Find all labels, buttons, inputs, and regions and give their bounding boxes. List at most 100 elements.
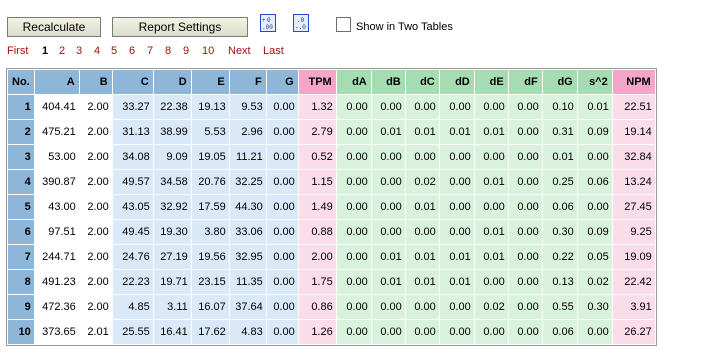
table-cell: 0.01: [474, 170, 508, 194]
table-cell: 0.00: [405, 145, 439, 169]
table-cell: 25.55: [112, 320, 153, 344]
table-cell: 2.96: [229, 120, 266, 144]
pager-next-link[interactable]: Next: [228, 45, 251, 57]
table-row: 6 97.51 2.00 49.45 19.30 3.80 33.06 0.00 0.88 0.0…: [8, 220, 655, 244]
column-header-dd[interactable]: dD: [439, 70, 474, 94]
table-cell: 2.79: [298, 120, 336, 144]
table-row: 8 491.23 2.00 22.23 19.71 23.15 11.35 0.00 1.75 0…: [8, 270, 655, 294]
table-cell: 16.41: [153, 320, 191, 344]
table-cell: 0.13: [542, 270, 577, 294]
table-cell: 0.00: [336, 95, 371, 119]
results-table: No. A B C D E F G TPM dA dB dC dD dE dF dG s^2 NPM 1 404.4…: [6, 68, 657, 346]
table-cell: 0.00: [439, 220, 474, 244]
table-cell: 0.00: [266, 270, 298, 294]
column-header-g[interactable]: G: [266, 70, 298, 94]
pager-page-7[interactable]: 7: [147, 45, 153, 57]
table-cell: 0.00: [336, 195, 371, 219]
table-cell: 0.00: [405, 295, 439, 319]
table-cell: 0.00: [508, 220, 542, 244]
table-cell: 38.99: [153, 120, 191, 144]
pager-page-4[interactable]: 4: [94, 45, 100, 57]
table-cell: 1.49: [298, 195, 336, 219]
svg-text:-.0: -.0: [295, 24, 306, 31]
table-cell: 0.86: [298, 295, 336, 319]
table-cell: 16.07: [191, 295, 229, 319]
table-cell: 2.01: [79, 320, 112, 344]
two-tables-checkbox[interactable]: [336, 17, 351, 32]
table-cell: 34.08: [112, 145, 153, 169]
table-cell: 0.00: [508, 120, 542, 144]
table-cell: 49.45: [112, 220, 153, 244]
table-cell: 0.09: [577, 120, 612, 144]
pager-page-1[interactable]: 1: [42, 45, 48, 57]
table-row: 7 244.71 2.00 24.76 27.19 19.56 32.95 0.00 2.00 0…: [8, 245, 655, 269]
column-header-s-2[interactable]: s^2: [577, 70, 612, 94]
column-header-dg[interactable]: dG: [542, 70, 577, 94]
column-header-no[interactable]: No.: [8, 70, 34, 94]
table-cell: 0.00: [439, 320, 474, 344]
table-cell: 0.00: [577, 195, 612, 219]
table-cell: 0.01: [474, 120, 508, 144]
table-cell: 4.83: [229, 320, 266, 344]
table-cell: 0.00: [371, 145, 405, 169]
recalculate-button[interactable]: Recalculate: [7, 17, 101, 37]
table-row: 2 475.21 2.00 31.13 38.99 5.53 2.96 0.00 2.79 0.0…: [8, 120, 655, 144]
table-cell: 20.76: [191, 170, 229, 194]
pager-last-link[interactable]: Last: [263, 45, 284, 57]
pager-page-2[interactable]: 2: [59, 45, 65, 57]
table-cell: 1.75: [298, 270, 336, 294]
row-number-cell: 5: [8, 195, 34, 219]
table-cell: 5.53: [191, 120, 229, 144]
column-header-a[interactable]: A: [34, 70, 79, 94]
decrease-decimals-icon[interactable]: .0 -.0: [293, 14, 309, 32]
pager-page-5[interactable]: 5: [111, 45, 117, 57]
row-number-cell: 2: [8, 120, 34, 144]
column-header-f[interactable]: F: [229, 70, 266, 94]
increase-decimals-icon[interactable]: + 0 .00: [260, 14, 276, 32]
table-cell: 0.00: [508, 245, 542, 269]
table-cell: 0.02: [474, 295, 508, 319]
table-cell: 9.09: [153, 145, 191, 169]
pager-first-link[interactable]: First: [7, 45, 28, 57]
report-settings-button[interactable]: Report Settings: [112, 17, 248, 37]
table-cell: 0.00: [508, 170, 542, 194]
table-cell: 0.00: [371, 220, 405, 244]
column-header-dc[interactable]: dC: [405, 70, 439, 94]
column-header-db[interactable]: dB: [371, 70, 405, 94]
table-cell: 26.27: [612, 320, 655, 344]
table-cell: 491.23: [34, 270, 79, 294]
table-cell: 3.11: [153, 295, 191, 319]
column-header-df[interactable]: dF: [508, 70, 542, 94]
table-cell: 0.00: [336, 320, 371, 344]
table-cell: 0.00: [266, 220, 298, 244]
pager-page-8[interactable]: 8: [165, 45, 171, 57]
table-cell: 0.01: [577, 95, 612, 119]
table-cell: 0.06: [577, 170, 612, 194]
table-cell: 24.76: [112, 245, 153, 269]
table-cell: 0.00: [266, 295, 298, 319]
svg-text:0: 0: [267, 17, 271, 24]
pager-page-6[interactable]: 6: [129, 45, 135, 57]
table-cell: 0.01: [405, 245, 439, 269]
table-cell: 22.51: [612, 95, 655, 119]
pager-page-10[interactable]: 10: [202, 45, 214, 57]
table-cell: 373.65: [34, 320, 79, 344]
table-cell: 0.00: [439, 195, 474, 219]
column-header-tpm[interactable]: TPM: [298, 70, 336, 94]
pager-page-9[interactable]: 9: [183, 45, 189, 57]
table-cell: 0.00: [439, 170, 474, 194]
row-number-cell: 9: [8, 295, 34, 319]
column-header-b[interactable]: B: [79, 70, 112, 94]
column-header-npm[interactable]: NPM: [612, 70, 655, 94]
pager-page-3[interactable]: 3: [76, 45, 82, 57]
column-header-c[interactable]: C: [112, 70, 153, 94]
column-header-de[interactable]: dE: [474, 70, 508, 94]
svg-text:+: +: [262, 17, 266, 24]
column-header-da[interactable]: dA: [336, 70, 371, 94]
column-header-d[interactable]: D: [153, 70, 191, 94]
table-cell: 0.00: [336, 145, 371, 169]
column-header-e[interactable]: E: [191, 70, 229, 94]
table-cell: 0.00: [266, 120, 298, 144]
table-cell: 32.92: [153, 195, 191, 219]
table-cell: 0.31: [542, 120, 577, 144]
